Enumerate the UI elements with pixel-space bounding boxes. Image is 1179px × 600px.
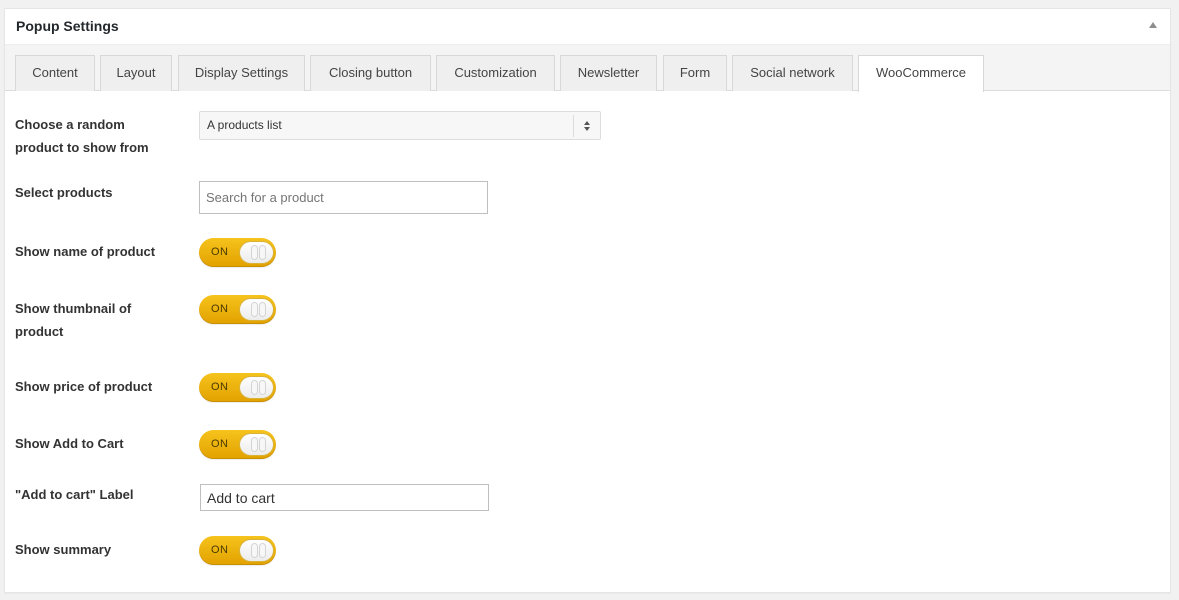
- add-to-cart-label-input[interactable]: [200, 484, 489, 511]
- tab-woocommerce[interactable]: WooCommerce: [858, 55, 984, 92]
- show-name-toggle[interactable]: ON: [199, 238, 276, 267]
- show-name-label: Show name of product: [15, 244, 156, 259]
- show-thumbnail-label: Show thumbnail of product: [15, 301, 132, 339]
- tab-form[interactable]: Form: [663, 55, 727, 91]
- toggle-knob-icon: [239, 298, 274, 321]
- toggle-state-text: ON: [211, 438, 229, 450]
- tab-customization[interactable]: Customization: [436, 55, 555, 91]
- tab-layout[interactable]: Layout: [100, 55, 172, 91]
- tab-closing-button[interactable]: Closing button: [310, 55, 431, 91]
- tab-bar: Content Layout Display Settings Closing …: [5, 45, 1170, 92]
- panel-title: Popup Settings: [16, 18, 119, 34]
- show-thumbnail-toggle[interactable]: ON: [199, 295, 276, 324]
- tab-display-settings[interactable]: Display Settings: [178, 55, 305, 91]
- panel-header: Popup Settings: [5, 9, 1170, 45]
- collapse-triangle-icon[interactable]: [1149, 22, 1157, 28]
- show-summary-toggle[interactable]: ON: [199, 536, 276, 565]
- select-arrows-icon: [573, 115, 600, 137]
- toggle-knob-icon: [239, 376, 274, 399]
- toggle-state-text: ON: [211, 544, 229, 556]
- show-price-label: Show price of product: [15, 379, 153, 394]
- toggle-knob-icon: [239, 241, 274, 264]
- popup-settings-panel: Popup Settings Content Layout Display Se…: [4, 8, 1171, 593]
- show-price-toggle[interactable]: ON: [199, 373, 276, 402]
- product-search-input[interactable]: [199, 181, 488, 214]
- show-add-to-cart-label: Show Add to Cart: [15, 436, 124, 451]
- random-product-label: Choose a random product to show from: [15, 117, 149, 155]
- select-products-label: Select products: [15, 185, 113, 200]
- toggle-state-text: ON: [211, 303, 229, 315]
- tab-content[interactable]: Content: [15, 55, 95, 91]
- show-summary-label: Show summary: [15, 542, 112, 557]
- show-add-to-cart-toggle[interactable]: ON: [199, 430, 276, 459]
- toggle-knob-icon: [239, 539, 274, 562]
- random-product-select[interactable]: A products list: [199, 111, 601, 140]
- toggle-knob-icon: [239, 433, 274, 456]
- add-to-cart-label-label: "Add to cart" Label: [15, 487, 134, 502]
- random-product-selected: A products list: [207, 118, 282, 132]
- toggle-state-text: ON: [211, 246, 229, 258]
- tab-social-network[interactable]: Social network: [732, 55, 853, 91]
- tab-newsletter[interactable]: Newsletter: [560, 55, 657, 91]
- toggle-state-text: ON: [211, 381, 229, 393]
